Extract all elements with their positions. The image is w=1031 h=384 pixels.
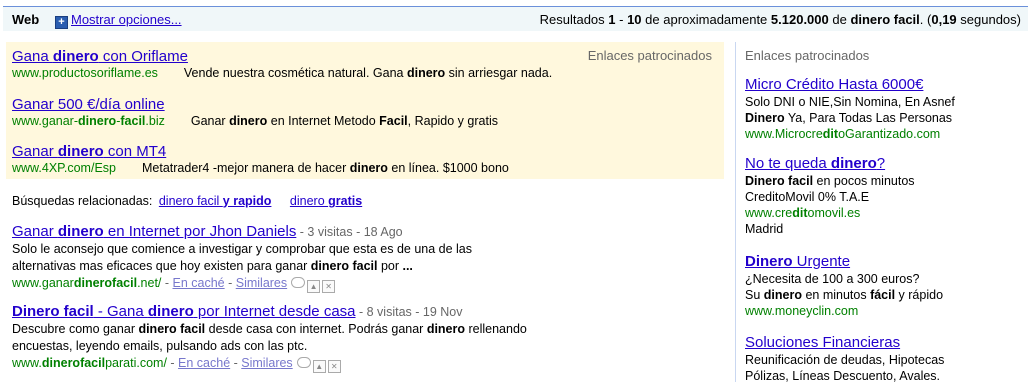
- rail-ad-url: www.MicrocreditoGarantizado.com: [745, 127, 941, 141]
- ad-title-link[interactable]: Gana dinero con Oriflame: [12, 48, 552, 65]
- related-label: Búsquedas relacionadas:: [12, 194, 153, 208]
- ad-description: Ganar dinero en Internet Metodo Facil, R…: [190, 114, 498, 128]
- result-title-link[interactable]: Dinero facil - Gana dinero por Internet …: [12, 303, 356, 320]
- ad-item: Ganar dinero con MT4 www.4XP.com/Esp Meta…: [12, 143, 509, 177]
- sponsored-label: Enlaces patrocinados: [745, 48, 870, 63]
- ad-url: www.productosoriflame.es: [12, 66, 158, 80]
- related-searches: Búsquedas relacionadas: dinero facil y r…: [12, 194, 374, 208]
- result-snippet: Descubre como ganar dinero facil desde c…: [12, 322, 527, 353]
- result-url: www.dinerofacilparati.com/: [12, 356, 167, 370]
- top-sponsored-ads: Enlaces patrocinados Gana dinero con Ori…: [6, 42, 724, 179]
- search-result: Dinero facil - Gana dinero por Internet …: [12, 303, 572, 373]
- ad-description: Vende nuestra cosmética natural. Gana di…: [183, 66, 553, 80]
- result-meta: - 8 visitas - 19 Nov: [355, 305, 463, 319]
- rail-ad-title-link[interactable]: Soluciones Financieras: [745, 334, 900, 351]
- rail-ad-url: www.moneyclin.com: [745, 304, 859, 318]
- results-bar: Web + Mostrar opciones... Resultados 1 - …: [3, 6, 1028, 31]
- related-search-link[interactable]: dinero facil y rapido: [159, 194, 272, 208]
- cached-link[interactable]: En caché: [173, 276, 225, 290]
- show-options-link[interactable]: Mostrar opciones...: [71, 12, 182, 27]
- related-search-link[interactable]: dinero gratis: [290, 194, 362, 208]
- similar-link[interactable]: Similares: [241, 356, 292, 370]
- rail-ad: Dinero Urgente ¿Necesita de 100 a 300 eu…: [745, 253, 944, 318]
- cached-link[interactable]: En caché: [178, 356, 230, 370]
- remove-icon[interactable]: ✕: [327, 360, 341, 373]
- ad-title-link[interactable]: Ganar dinero con MT4: [12, 143, 509, 160]
- result-snippet: Solo le aconsejo que comience a investig…: [12, 242, 473, 273]
- plus-icon[interactable]: +: [55, 16, 68, 29]
- ad-url: www.ganar-dinero-facil.biz: [12, 114, 165, 128]
- ad-item: Ganar 500 €/día online www.ganar-dinero-…: [12, 96, 498, 130]
- results-stats: Resultados 1 - 10 de aproximadamente 5.1…: [539, 12, 1021, 27]
- rail-ad: Micro Crédito Hasta 6000€ Solo DNI o NIE…: [745, 76, 955, 141]
- remove-icon[interactable]: ✕: [322, 280, 336, 293]
- similar-link[interactable]: Similares: [236, 276, 287, 290]
- rail-ad-title-link[interactable]: Dinero Urgente: [745, 253, 850, 270]
- ad-url: www.4XP.com/Esp: [12, 161, 116, 175]
- comment-icon[interactable]: [291, 277, 306, 288]
- comment-icon[interactable]: [296, 357, 311, 368]
- result-meta: - 3 visitas - 18 Ago: [296, 225, 403, 239]
- result-url: www.ganardinerofacil.net/: [12, 276, 162, 290]
- result-title-link[interactable]: Ganar dinero en Internet por Jhon Daniel…: [12, 223, 296, 240]
- ad-title-link[interactable]: Ganar 500 €/día online: [12, 96, 498, 113]
- show-options[interactable]: + Mostrar opciones...: [55, 12, 182, 29]
- rail-ad: No te queda dinero? Dinero facil en poco…: [745, 155, 915, 236]
- rail-ad-title-link[interactable]: No te queda dinero?: [745, 155, 885, 172]
- rail-ad-title-link[interactable]: Micro Crédito Hasta 6000€: [745, 76, 923, 93]
- sponsored-label: Enlaces patrocinados: [587, 48, 712, 63]
- rail-ad: Soluciones Financieras Reunificación de …: [745, 334, 945, 383]
- ad-description: Metatrader4 -mejor manera de hacer diner…: [141, 161, 509, 175]
- promote-icon[interactable]: ▲: [312, 360, 326, 373]
- rail-ad-url: www.creditomovil.es: [745, 206, 861, 220]
- ad-item: Gana dinero con Oriflame www.productosor…: [12, 48, 552, 82]
- search-result: Ganar dinero en Internet por Jhon Daniel…: [12, 223, 572, 293]
- right-sponsored-ads: Enlaces patrocinados Micro Crédito Hasta…: [735, 42, 1026, 383]
- web-label: Web: [12, 12, 40, 27]
- promote-icon[interactable]: ▲: [307, 280, 321, 293]
